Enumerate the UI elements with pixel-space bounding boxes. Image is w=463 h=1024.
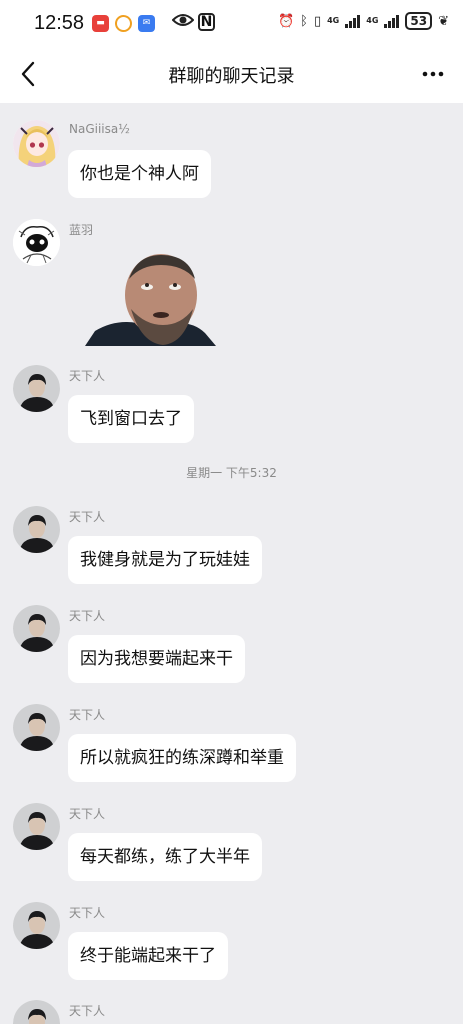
back-button[interactable]	[12, 58, 44, 90]
message-bubble[interactable]: 终于能端起来干了	[68, 932, 228, 980]
app-notification-icon: ✉	[138, 14, 156, 32]
sender-name: 天下人	[69, 708, 106, 722]
dark-portrait-avatar[interactable]	[13, 506, 60, 553]
sender-name: 天下人	[69, 807, 106, 821]
message-bubble[interactable]: 飞到窗口去了	[68, 395, 194, 443]
bluetooth-icon: ᛒ	[300, 13, 308, 29]
dark-portrait-avatar[interactable]	[13, 902, 60, 949]
message-bubble[interactable]: 所以就疯狂的练深蹲和举重	[68, 734, 296, 782]
status-icons: ⏰ ᛒ ▯ 4G 4G 53 ❦	[278, 12, 449, 30]
dark-portrait-avatar[interactable]	[13, 365, 60, 412]
status-bar: 12:58 ▬ ✉ N ⏰ ᛒ ▯ 4G 4G 53 ❦	[0, 0, 463, 46]
message-bubble[interactable]: 我健身就是为了玩娃娃	[68, 536, 262, 584]
message-bubble[interactable]: 因为我想要端起来干	[68, 635, 245, 683]
sender-name: 天下人	[69, 609, 106, 623]
sender-name: 天下人	[69, 1004, 106, 1018]
signal-icon	[345, 14, 361, 28]
sketch-character-avatar[interactable]	[13, 219, 60, 266]
sender-name: 天下人	[69, 510, 106, 524]
message-bubble[interactable]: 你也是个神人阿	[68, 150, 211, 198]
sender-name: 天下人	[69, 906, 106, 920]
network-type: 4G	[327, 16, 340, 25]
signal-icon	[384, 14, 400, 28]
dark-portrait-avatar[interactable]	[13, 1000, 60, 1024]
dark-portrait-avatar[interactable]	[13, 704, 60, 751]
nav-bar: 群聊的聊天记录	[0, 46, 463, 103]
nfc-icon: N	[198, 13, 215, 31]
more-horizontal-icon	[422, 71, 444, 77]
leaf-icon: ❦	[438, 13, 449, 29]
sender-name: 天下人	[69, 369, 106, 383]
app-notification-icon: ▬	[92, 14, 110, 32]
message-bubble[interactable]: 每天都练，练了大半年	[68, 833, 262, 881]
timestamp-divider: 星期一 下午5:32	[186, 466, 277, 480]
dark-portrait-avatar[interactable]	[13, 605, 60, 652]
bearded-man-looking-up-sticker[interactable]	[85, 253, 216, 346]
more-button[interactable]	[417, 58, 449, 90]
eye-icon	[171, 12, 195, 32]
battery-indicator: 53	[405, 12, 433, 30]
anime-girl-avatar[interactable]	[13, 120, 60, 167]
network-type: 4G	[366, 16, 379, 25]
status-time: 12:58	[34, 11, 85, 34]
weibo-icon	[115, 14, 133, 32]
vibrate-icon: ▯	[313, 13, 322, 29]
dark-portrait-avatar[interactable]	[13, 803, 60, 850]
sender-name: NaGiiisa½	[69, 122, 130, 136]
page-title: 群聊的聊天记录	[168, 65, 295, 87]
chevron-left-icon	[21, 61, 35, 87]
alarm-icon: ⏰	[277, 13, 295, 29]
sender-name: 蓝羽	[69, 223, 94, 237]
